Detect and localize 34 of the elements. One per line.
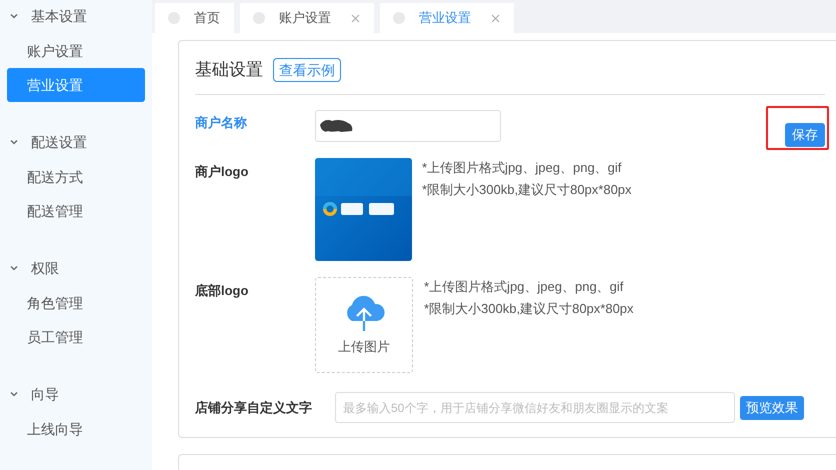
- close-icon[interactable]: [491, 14, 500, 22]
- chevron-down-icon: [9, 137, 19, 147]
- field-label: 店铺分享自定义文字: [195, 398, 313, 417]
- tab-label: 账户设置: [279, 9, 331, 28]
- merchant-name-field[interactable]: [315, 110, 501, 142]
- hint-text: *限制大小300kb,建议尺寸80px*80px: [422, 181, 632, 198]
- hint-text: *上传图片格式jpg、jpeg、png、gif: [424, 278, 624, 295]
- tab-label: 营业设置: [419, 9, 471, 28]
- sidebar-group[interactable]: 权限: [0, 256, 152, 280]
- sidebar-item[interactable]: 上线向导: [7, 412, 145, 446]
- sidebar-group[interactable]: 配送设置: [0, 130, 152, 154]
- hint-text: *上传图片格式jpg、jpeg、png、gif: [422, 159, 622, 176]
- upload-label: 上传图片: [338, 338, 390, 356]
- chevron-down-icon: [9, 11, 19, 21]
- sidebar-item[interactable]: 账户设置: [7, 34, 145, 68]
- section-title: 基础设置: [195, 59, 263, 82]
- tab[interactable]: 账户设置: [240, 3, 374, 33]
- sidebar-group[interactable]: 向导: [0, 382, 152, 406]
- sidebar-item[interactable]: 配送方式: [7, 160, 145, 194]
- sidebar-group[interactable]: 基本设置: [0, 4, 152, 28]
- tab-label: 首页: [194, 9, 220, 28]
- tab[interactable]: 首页: [155, 3, 234, 33]
- hint-text: *限制大小300kb,建议尺寸80px*80px: [424, 300, 634, 317]
- sidebar-item[interactable]: 配送管理: [7, 194, 145, 228]
- field-label: 商户logo: [195, 163, 250, 181]
- share-text-field[interactable]: 最多输入50个字，用于店铺分享微信好友和朋友圈显示的文案: [335, 392, 735, 423]
- field-label: 底部logo: [195, 282, 250, 300]
- sidebar-item[interactable]: 角色管理: [7, 286, 145, 320]
- close-icon[interactable]: [351, 14, 360, 22]
- sidebar-item[interactable]: 员工管理: [7, 320, 145, 354]
- upload-box[interactable]: 上传图片: [315, 277, 413, 373]
- chevron-down-icon: [9, 389, 19, 399]
- chevron-down-icon: [9, 263, 19, 273]
- field-label: 商户名称: [195, 114, 248, 132]
